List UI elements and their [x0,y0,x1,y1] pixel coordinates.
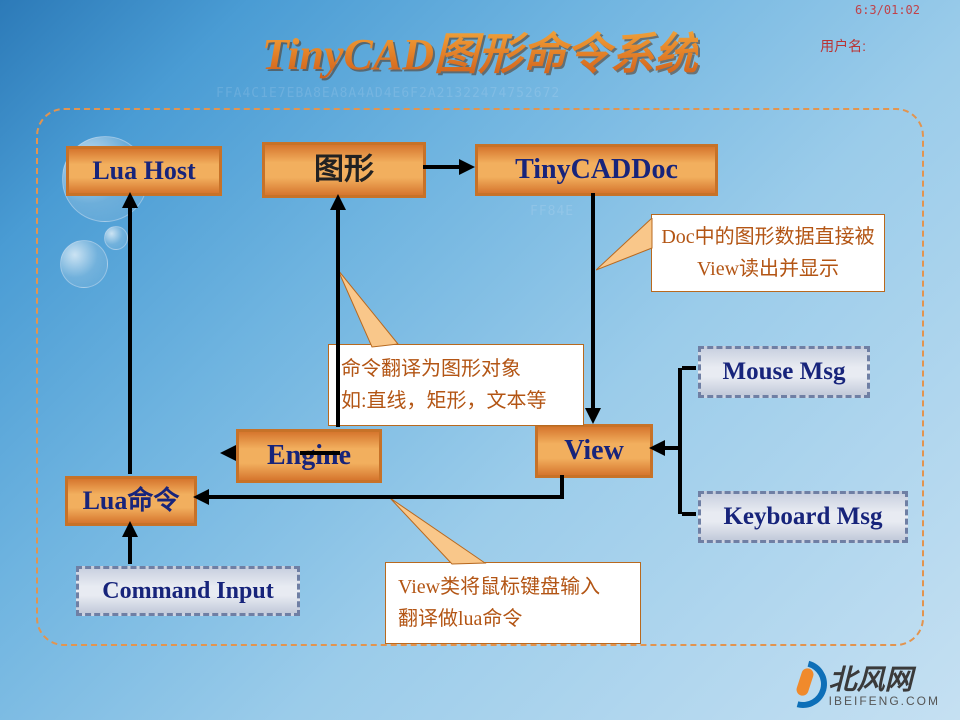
node-lua-cmd: Lua命令 [65,476,197,526]
arrow [560,475,564,497]
node-view: View [535,424,653,478]
note-line: 命令翻译为图形对象 [341,358,521,380]
arrow [423,165,459,169]
arrow [682,366,696,370]
note-doc-view: Doc中的图形数据直接被View读出并显示 [651,214,885,292]
arrowhead [220,445,236,461]
arrowhead [330,194,346,210]
arrow [682,512,696,516]
brand-name-en: IBEIFENG.COM [829,694,940,708]
callout-tail-icon [332,270,404,348]
arrow [128,536,132,564]
arrow [208,495,564,499]
arrowhead [649,440,665,456]
brand-logo: 北风网 IBEIFENG.COM [781,658,940,708]
node-lua-host: Lua Host [66,146,222,196]
note-line: View类将鼠标键盘输入 [398,576,600,598]
arrow [300,451,340,455]
node-command-input: Command Input [76,566,300,616]
arrow [678,368,682,448]
note-line: 翻译做lua命令 [398,608,522,630]
arrowhead [122,521,138,537]
callout-tail-icon [596,218,658,276]
watermark-text: FFA4C1E7EBA8EA8A4AD4E6F2A21322474752672 [216,86,560,101]
timestamp: 6:3/01:02 [855,3,920,17]
node-keyboard-msg: Keyboard Msg [698,491,908,543]
node-tinycaddoc: TinyCADDoc [475,144,718,196]
user-label: 用户名: [820,36,866,56]
note-view-translate: View类将鼠标键盘输入 翻译做lua命令 [385,562,641,644]
arrow [591,193,595,409]
arrowhead [585,408,601,424]
node-engine: Engine [236,429,382,483]
arrowhead [122,192,138,208]
brand-logo-icon [781,662,823,704]
arrow [128,207,132,474]
arrowhead [459,159,475,175]
node-mouse-msg: Mouse Msg [698,346,870,398]
arrow [678,448,682,514]
arrow [664,446,682,450]
brand-name-cn: 北风网 [829,658,940,698]
callout-tail-icon [390,498,490,568]
arrow [336,209,340,427]
node-shape: 图形 [262,142,426,198]
note-line: 如:直线，矩形，文本等 [341,390,547,412]
arrowhead [193,489,209,505]
note-cmd-translate: 命令翻译为图形对象 如:直线，矩形，文本等 [328,344,584,426]
page-title: TinyCAD图形命令系统 [262,18,698,82]
